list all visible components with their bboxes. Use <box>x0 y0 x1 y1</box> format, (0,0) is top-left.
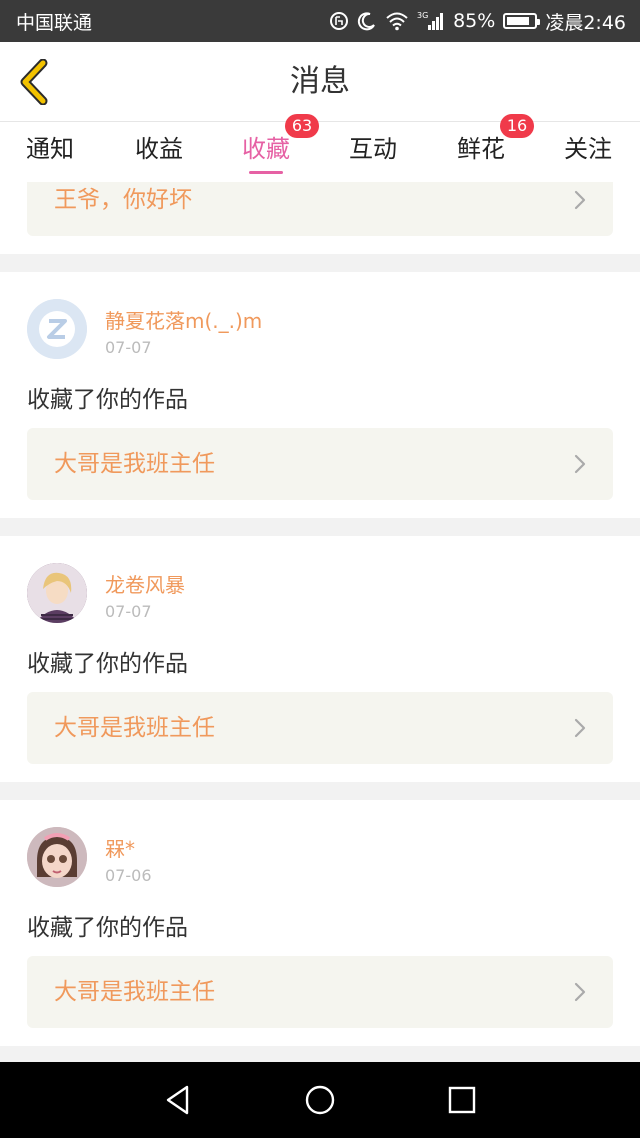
tab-notifications[interactable]: 通知 <box>0 122 100 182</box>
message-card: 王爷，你好坏 <box>0 182 640 254</box>
message-date: 07-06 <box>105 866 152 885</box>
square-recents-icon <box>448 1086 476 1114</box>
user-avatar[interactable] <box>27 827 87 887</box>
message-card: 静夏花落m(._.)m 07-07 收藏了你的作品 大哥是我班主任 <box>0 272 640 518</box>
status-bar: 中国联通 3G 85% 凌晨2:46 <box>0 0 640 42</box>
message-date: 07-07 <box>105 602 152 621</box>
work-link[interactable]: 王爷，你好坏 <box>27 182 613 236</box>
tab-bar: 通知 收益 收藏 63 互动 鲜花 16 关注 <box>0 114 640 182</box>
chevron-right-icon <box>574 454 586 474</box>
work-title: 大哥是我班主任 <box>54 979 215 1005</box>
battery-percent: 85% <box>453 10 496 32</box>
nav-back-button[interactable] <box>158 1080 198 1120</box>
system-nav-bar <box>0 1062 640 1138</box>
tab-label: 鲜花 <box>457 135 505 163</box>
message-card: 龙卷风暴 07-07 收藏了你的作品 大哥是我班主任 <box>0 536 640 782</box>
battery-level-fill <box>507 17 530 25</box>
work-link[interactable]: 大哥是我班主任 <box>27 956 613 1028</box>
nav-recents-button[interactable] <box>442 1080 482 1120</box>
carrier-label: 中国联通 <box>16 11 93 34</box>
user-name[interactable]: 静夏花落m(._.)m <box>105 305 262 334</box>
user-name[interactable]: 龙卷风暴 <box>105 569 185 598</box>
tab-label: 收益 <box>135 135 183 163</box>
moon-icon <box>357 11 377 31</box>
message-list[interactable]: 王爷，你好坏 静夏花落m(._.)m 07-07 收藏了你的作品 大哥是我班主任 <box>0 182 640 1062</box>
user-avatar[interactable] <box>27 563 87 623</box>
qq-default-avatar-icon <box>27 299 87 359</box>
tab-flowers[interactable]: 鲜花 16 <box>431 114 534 182</box>
status-icons: 3G 85% 凌晨2:46 <box>329 8 626 35</box>
tab-label: 互动 <box>349 135 397 163</box>
clock: 凌晨2:46 <box>545 11 626 34</box>
triangle-back-icon <box>166 1085 189 1115</box>
work-title: 大哥是我班主任 <box>54 451 215 477</box>
user-avatar[interactable] <box>27 299 87 359</box>
tab-interactions[interactable]: 互动 <box>323 122 423 182</box>
nav-home-button[interactable] <box>300 1080 340 1120</box>
active-tab-indicator <box>249 171 283 174</box>
chevron-right-icon <box>574 190 586 210</box>
page-title: 消息 <box>290 64 350 99</box>
wifi-icon <box>385 11 409 31</box>
tab-earnings[interactable]: 收益 <box>109 122 209 182</box>
user-name[interactable]: 槑* <box>105 833 135 862</box>
message-date: 07-07 <box>105 338 152 357</box>
work-link[interactable]: 大哥是我班主任 <box>27 692 613 764</box>
work-title: 大哥是我班主任 <box>54 715 215 741</box>
action-text: 收藏了你的作品 <box>27 387 188 413</box>
doll-girl-avatar-icon <box>27 827 87 887</box>
message-card: 槑* 07-06 收藏了你的作品 大哥是我班主任 <box>0 800 640 1046</box>
action-text: 收藏了你的作品 <box>27 915 188 941</box>
data-saver-icon <box>329 11 349 31</box>
anime-boy-avatar-icon <box>27 563 87 623</box>
tab-label: 通知 <box>26 135 74 163</box>
tab-favorites[interactable]: 收藏 63 <box>216 114 319 182</box>
unread-badge: 63 <box>285 114 319 138</box>
chevron-right-icon <box>574 718 586 738</box>
action-text: 收藏了你的作品 <box>27 651 188 677</box>
circle-home-icon <box>305 1085 335 1115</box>
tab-label: 关注 <box>564 135 612 163</box>
tab-label: 收藏 <box>242 135 290 163</box>
battery-icon <box>503 13 541 29</box>
app-header: 消息 <box>0 42 640 122</box>
signal-icon: 3G <box>417 10 445 32</box>
unread-badge: 16 <box>500 114 534 138</box>
work-title: 王爷，你好坏 <box>54 187 192 213</box>
tab-follows[interactable]: 关注 <box>538 122 638 182</box>
work-link[interactable]: 大哥是我班主任 <box>27 428 613 500</box>
network-type-label: 3G <box>417 11 428 20</box>
chevron-right-icon <box>574 982 586 1002</box>
